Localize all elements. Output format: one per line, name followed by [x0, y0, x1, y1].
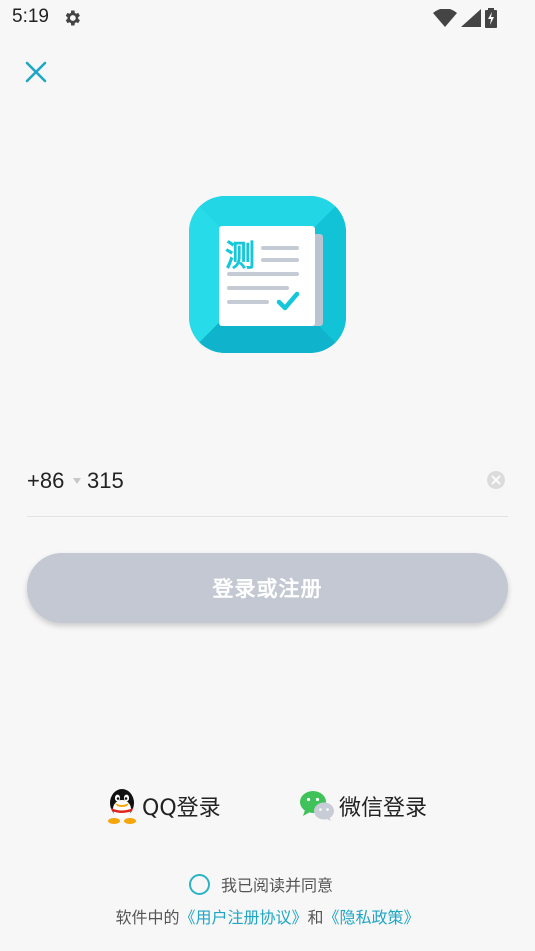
battery-icon — [485, 8, 497, 28]
wechat-icon — [300, 791, 334, 821]
clear-input-icon[interactable] — [486, 470, 506, 490]
qq-login-label: QQ登录 — [142, 796, 221, 821]
policy-prefix: 软件中的 — [115, 908, 180, 927]
phone-row: +86 — [27, 458, 508, 517]
status-bar: 5:19 — [0, 0, 535, 36]
status-icons — [433, 8, 497, 28]
status-time: 5:19 — [12, 6, 49, 27]
app-logo: 测 — [189, 196, 346, 353]
wechat-login-button[interactable]: 微信登录 — [299, 784, 427, 828]
login-or-register-button[interactable]: 登录或注册 — [27, 553, 508, 623]
qq-icon — [108, 789, 136, 824]
app-logo-graphic: 测 — [189, 196, 346, 353]
logo-char: 测 — [225, 239, 255, 274]
policy-row: 软件中的《用户注册协议》和《隐私政策》 — [0, 904, 535, 928]
wechat-login-label: 微信登录 — [339, 796, 428, 821]
policy-and: 和 — [307, 908, 324, 927]
country-code-caret-icon[interactable] — [73, 478, 81, 484]
qq-login-button[interactable]: QQ登录 — [106, 784, 221, 828]
agreement-row: 我已阅读并同意 — [189, 873, 333, 895]
agree-text: 我已阅读并同意 — [221, 876, 334, 895]
signal-icon — [461, 9, 481, 27]
close-icon[interactable] — [22, 58, 50, 86]
wifi-icon — [433, 9, 457, 27]
agree-checkbox[interactable] — [189, 873, 210, 895]
user-agreement-link[interactable]: 《用户注册协议》 — [179, 908, 307, 927]
phone-input[interactable] — [87, 464, 467, 498]
country-code-selector[interactable]: +86 — [27, 468, 64, 494]
privacy-policy-link[interactable]: 《隐私政策》 — [324, 908, 420, 927]
settings-gear-icon — [65, 10, 80, 26]
